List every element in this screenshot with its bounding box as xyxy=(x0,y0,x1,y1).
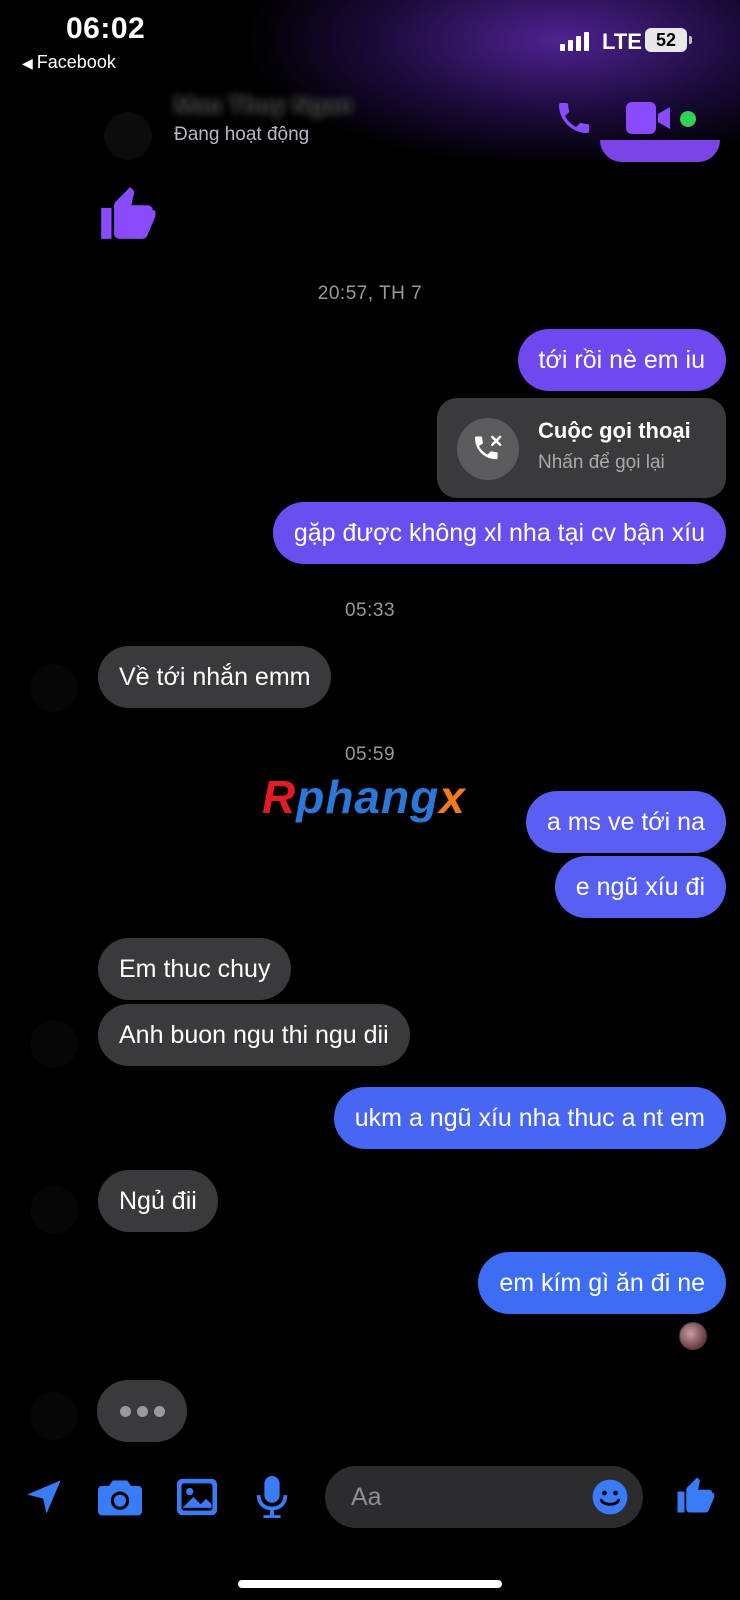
sent-message[interactable]: e ngũ xíu đi xyxy=(554,856,726,918)
call-title: Cuộc gọi thoại xyxy=(538,418,691,443)
video-camera-icon[interactable] xyxy=(626,102,672,134)
emoji-icon[interactable] xyxy=(591,1478,629,1516)
thumbs-up-icon xyxy=(101,187,156,239)
message-input-placeholder: Aa xyxy=(351,1483,382,1511)
timestamp: 05:59 xyxy=(344,744,396,765)
call-subtitle: Nhấn để gọi lại xyxy=(538,452,665,473)
sent-message[interactable]: tới rồi nè em iu xyxy=(517,329,726,391)
typing-indicator xyxy=(97,1380,187,1442)
image-icon[interactable] xyxy=(177,1478,217,1516)
camera-icon[interactable] xyxy=(98,1478,142,1516)
contact-avatar[interactable] xyxy=(104,112,152,160)
sent-message[interactable]: em kím gì ăn đi ne xyxy=(478,1252,726,1314)
back-to-app-link[interactable]: ◀ Facebook xyxy=(22,52,116,73)
battery-tip xyxy=(689,36,692,44)
missed-call-icon xyxy=(457,418,519,480)
voice-call-card[interactable]: Cuộc gọi thoại Nhấn để gọi lại xyxy=(437,398,726,498)
received-message[interactable]: Về tới nhắn emm xyxy=(98,646,332,708)
contact-avatar-small xyxy=(30,1392,78,1440)
sent-message[interactable]: ukm a ngũ xíu nha thuc a nt em xyxy=(333,1087,726,1149)
microphone-icon[interactable] xyxy=(256,1476,288,1518)
location-arrow-icon[interactable] xyxy=(24,1477,64,1517)
online-indicator xyxy=(680,111,696,127)
timestamp: 05:33 xyxy=(344,600,396,621)
back-arrow-icon: ◀ xyxy=(22,55,33,71)
thumbs-up-icon[interactable] xyxy=(674,1474,716,1516)
battery-level: 52 xyxy=(655,29,677,50)
phone-icon[interactable] xyxy=(554,98,594,138)
sent-message[interactable]: gặp được không xl nha tại cv bận xíu xyxy=(272,502,726,564)
contact-status: Đang hoạt động xyxy=(174,124,310,145)
message-input[interactable]: Aa xyxy=(325,1466,643,1528)
contact-name[interactable]: Mau Thuy Ngan xyxy=(174,92,353,120)
received-message[interactable]: Em thuc chuy xyxy=(98,938,292,1000)
cellular-signal-icon xyxy=(560,32,589,51)
watermark-logo: Rphangx xyxy=(262,771,466,823)
seen-receipt-avatar xyxy=(679,1322,707,1350)
network-type: LTE xyxy=(602,29,642,54)
timestamp: 20:57, TH 7 xyxy=(317,283,423,304)
contact-avatar-small xyxy=(30,1186,78,1234)
battery-icon: 52 xyxy=(645,28,687,52)
contact-avatar-small xyxy=(30,1020,78,1068)
received-message[interactable]: Ngủ đii xyxy=(98,1170,218,1232)
received-message[interactable]: Anh buon ngu thi ngu dii xyxy=(98,1004,410,1066)
back-app-label: Facebook xyxy=(36,52,116,72)
sent-message[interactable]: a ms ve tới na xyxy=(525,791,726,853)
contact-avatar-small xyxy=(30,664,78,712)
home-indicator[interactable] xyxy=(238,1580,502,1588)
previous-message-bubble[interactable] xyxy=(600,140,720,162)
status-time: 06:02 xyxy=(66,12,146,45)
